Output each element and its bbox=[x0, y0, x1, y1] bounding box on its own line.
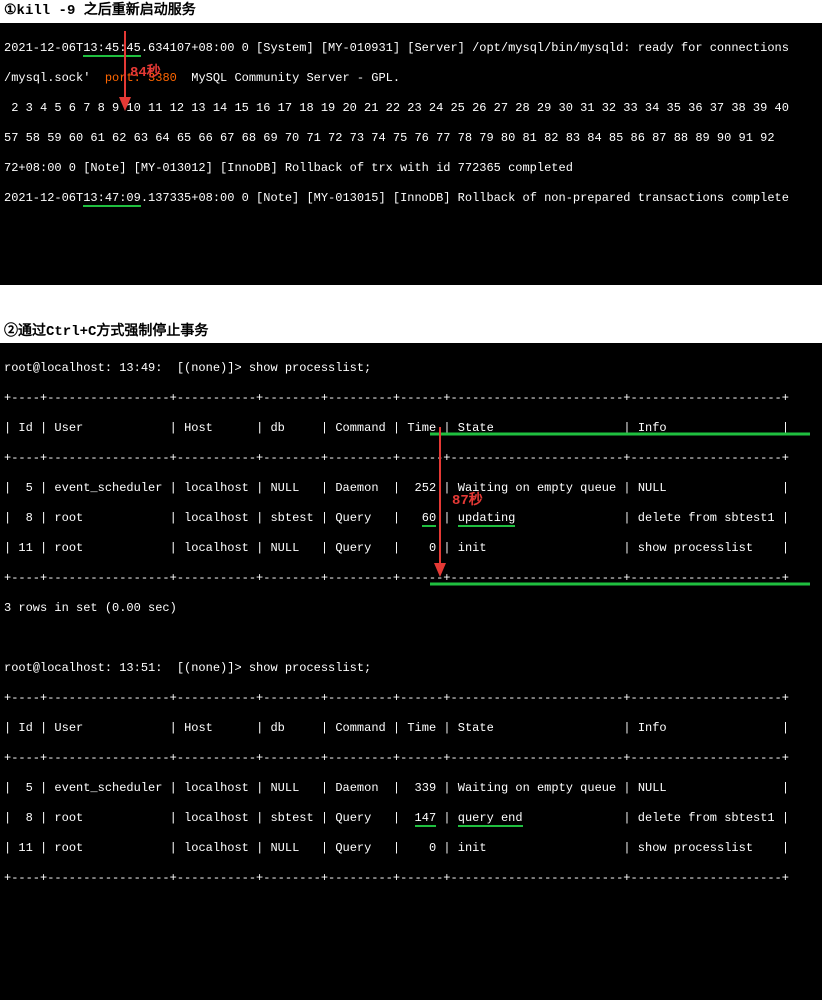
log-line: 2 3 4 5 6 7 8 9 10 11 12 13 14 15 16 17 … bbox=[4, 101, 818, 116]
col-time: Time bbox=[407, 421, 436, 435]
col-id: Id bbox=[18, 421, 32, 435]
blank-line bbox=[4, 631, 818, 646]
timestamp-end: 13:47:09 bbox=[83, 191, 141, 207]
table-row: | 8 | root | localhost | sbtest | Query … bbox=[4, 511, 818, 526]
col-state: State bbox=[458, 421, 494, 435]
table-header-row: | Id | User | Host | db | Command | Time… bbox=[4, 421, 818, 436]
terminal-block-1: 2021-12-06T13:45:45.634107+08:00 0 [Syst… bbox=[0, 23, 822, 285]
log-text: MySQL Community Server - GPL. bbox=[177, 71, 400, 85]
log-line: 57 58 59 60 61 62 63 64 65 66 67 68 69 7… bbox=[4, 131, 818, 146]
prompt-line: root@localhost: 13:51: [(none)]> show pr… bbox=[4, 661, 818, 676]
col-host: Host bbox=[184, 421, 213, 435]
log-text: .137335+08:00 0 [Note] [MY-013015] [Inno… bbox=[141, 191, 789, 205]
col-user: User bbox=[54, 421, 83, 435]
table-row: | 11 | root | localhost | NULL | Query |… bbox=[4, 841, 818, 856]
section2-heading: ②通过Ctrl+C方式强制停止事务 bbox=[0, 321, 822, 344]
col-db: db bbox=[270, 421, 284, 435]
log-line: /mysql.sock' port: 3380 MySQL Community … bbox=[4, 71, 818, 86]
rows-in-set: 3 rows in set (0.00 sec) bbox=[4, 601, 818, 616]
log-line: 2021-12-06T13:45:45.634107+08:00 0 [Syst… bbox=[4, 41, 818, 56]
table-row: | 8 | root | localhost | sbtest | Query … bbox=[4, 811, 818, 826]
table-row: | 5 | event_scheduler | localhost | NULL… bbox=[4, 781, 818, 796]
log-text: /mysql.sock' bbox=[4, 71, 105, 85]
state-updating: updating bbox=[458, 511, 516, 527]
log-text: 2021-12-06T bbox=[4, 191, 83, 205]
table-row: | 11 | root | localhost | NULL | Query |… bbox=[4, 541, 818, 556]
table-border: +----+-----------------+-----------+----… bbox=[4, 751, 818, 766]
time-60: 60 bbox=[422, 511, 436, 527]
col-command: Command bbox=[335, 421, 385, 435]
table-header-row: | Id | User | Host | db | Command | Time… bbox=[4, 721, 818, 736]
log-line: 2021-12-06T13:47:09.137335+08:00 0 [Note… bbox=[4, 191, 818, 206]
table-border: +----+-----------------+-----------+----… bbox=[4, 571, 818, 586]
section1-heading: ①kill -9 之后重新启动服务 bbox=[0, 0, 822, 23]
timestamp-start: 13:45:45 bbox=[83, 41, 141, 57]
table-border: +----+-----------------+-----------+----… bbox=[4, 391, 818, 406]
terminal-block-2: root@localhost: 13:49: [(none)]> show pr… bbox=[0, 343, 822, 1000]
port-highlight: port: 3380 bbox=[105, 71, 177, 85]
table-row: | 5 | event_scheduler | localhost | NULL… bbox=[4, 481, 818, 496]
prompt-line: root@localhost: 13:49: [(none)]> show pr… bbox=[4, 361, 818, 376]
state-query-end: query end bbox=[458, 811, 523, 827]
col-info: Info bbox=[638, 421, 667, 435]
table-border: +----+-----------------+-----------+----… bbox=[4, 691, 818, 706]
table-border: +----+-----------------+-----------+----… bbox=[4, 451, 818, 466]
time-147: 147 bbox=[415, 811, 437, 827]
log-line: 72+08:00 0 [Note] [MY-013012] [InnoDB] R… bbox=[4, 161, 818, 176]
table-border: +----+-----------------+-----------+----… bbox=[4, 871, 818, 886]
